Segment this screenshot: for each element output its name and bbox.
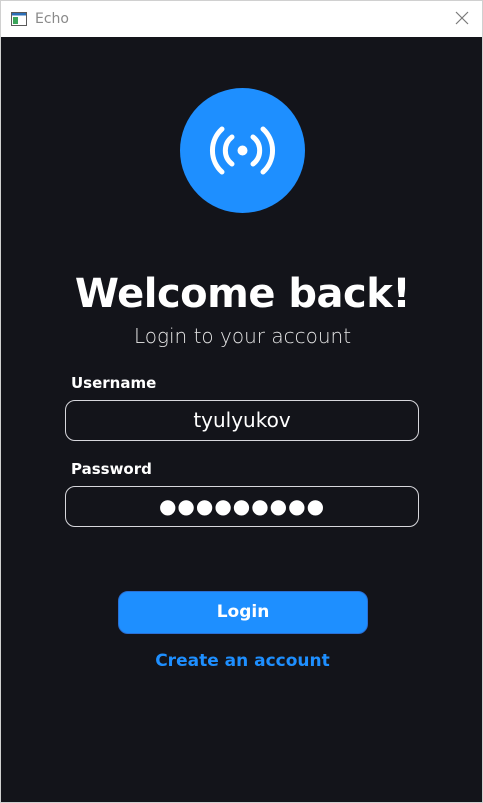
app-window-icon xyxy=(11,11,27,26)
login-subheading: Login to your account xyxy=(133,324,352,348)
close-button[interactable] xyxy=(442,1,482,37)
create-account-link[interactable]: Create an account xyxy=(1,649,483,673)
password-label: Password xyxy=(71,460,152,478)
app-logo xyxy=(180,88,305,213)
login-page: Welcome back! Login to your account User… xyxy=(1,37,482,802)
password-input[interactable]: ●●●●●●●●● xyxy=(65,486,419,527)
close-icon xyxy=(455,10,469,29)
username-input[interactable]: tyulyukov xyxy=(65,400,419,441)
username-label: Username xyxy=(71,374,157,392)
app-window: Echo Welcome back! Login to your account… xyxy=(0,0,483,803)
window-title: Echo xyxy=(35,11,69,27)
login-button[interactable]: Login xyxy=(118,591,368,634)
broadcast-icon xyxy=(210,126,275,175)
welcome-heading: Welcome back! xyxy=(74,271,411,317)
title-bar: Echo xyxy=(1,1,482,37)
